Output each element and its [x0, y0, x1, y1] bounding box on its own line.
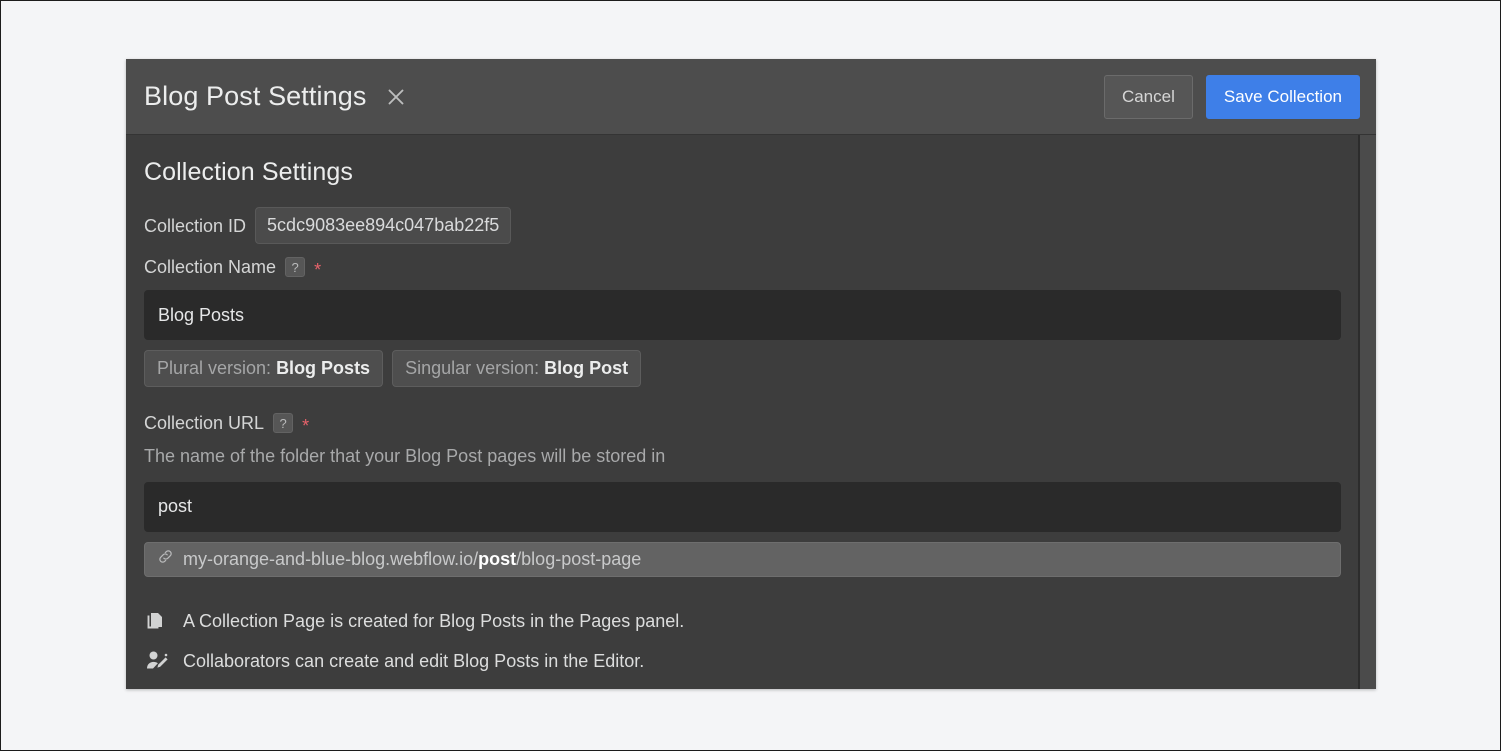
plural-version-label: Plural version: [157, 358, 272, 378]
settings-content: Collection Settings Collection ID 5cdc90… [126, 135, 1358, 689]
collection-id-row: Collection ID 5cdc9083ee894c047bab22f5 [144, 207, 1341, 244]
collection-url-input[interactable] [144, 481, 1341, 532]
name-version-chips: Plural version: Blog Posts Singular vers… [144, 350, 1341, 387]
plural-version-chip[interactable]: Plural version: Blog Posts [144, 350, 384, 387]
pages-copy-icon [144, 609, 170, 632]
panel-header: Blog Post Settings Cancel Save Collectio… [126, 59, 1376, 135]
collection-settings-panel: Blog Post Settings Cancel Save Collectio… [126, 59, 1376, 689]
note-text: Collaborators can create and edit Blog P… [183, 650, 645, 671]
required-asterisk-collection-url: * [302, 416, 310, 436]
url-preview-prefix: my-orange-and-blue-blog.webflow.io/ [183, 549, 479, 570]
section-title: Collection Settings [144, 158, 353, 186]
url-preview-suffix: /blog-post-page [516, 549, 642, 570]
save-collection-button[interactable]: Save Collection [1205, 74, 1360, 119]
singular-version-label: Singular version: [405, 358, 540, 378]
collection-name-label: Collection Name [144, 257, 277, 277]
url-preview-highlight: post [478, 549, 517, 570]
cancel-button[interactable]: Cancel [1103, 74, 1193, 119]
close-icon[interactable] [383, 84, 409, 110]
note-row: A Collection Page is created for Blog Po… [144, 608, 1341, 634]
collection-name-input[interactable] [144, 290, 1341, 340]
header-actions: Cancel Save Collection [1103, 74, 1360, 119]
url-preview-text: my-orange-and-blue-blog.webflow.io/post/… [183, 550, 641, 568]
link-icon [157, 548, 174, 570]
collection-url-label: Collection URL [144, 413, 265, 433]
help-icon-collection-name[interactable]: ? [285, 257, 306, 277]
vertical-scrollbar[interactable] [1358, 135, 1376, 689]
plural-version-value: Blog Posts [276, 358, 371, 378]
help-icon-collection-url[interactable]: ? [273, 413, 294, 433]
collection-id-value[interactable]: 5cdc9083ee894c047bab22f5 [255, 207, 512, 244]
collection-url-label-row: Collection URL ? * [144, 413, 1341, 436]
collection-url-helper-text: The name of the folder that your Blog Po… [144, 446, 666, 466]
note-row: Collaborators can create and edit Blog P… [144, 648, 1341, 674]
url-preview-bar[interactable]: my-orange-and-blue-blog.webflow.io/post/… [144, 541, 1341, 577]
collection-name-label-row: Collection Name ? * [144, 257, 1341, 280]
info-notes: A Collection Page is created for Blog Po… [144, 608, 1341, 674]
panel-body: Collection Settings Collection ID 5cdc90… [126, 135, 1376, 689]
note-text: A Collection Page is created for Blog Po… [183, 610, 685, 631]
required-asterisk-collection-name: * [314, 260, 322, 280]
singular-version-value: Blog Post [544, 358, 629, 378]
person-edit-icon [144, 649, 170, 672]
singular-version-chip[interactable]: Singular version: Blog Post [392, 350, 642, 387]
panel-title: Blog Post Settings [144, 81, 367, 111]
collection-id-label: Collection ID [144, 215, 247, 236]
